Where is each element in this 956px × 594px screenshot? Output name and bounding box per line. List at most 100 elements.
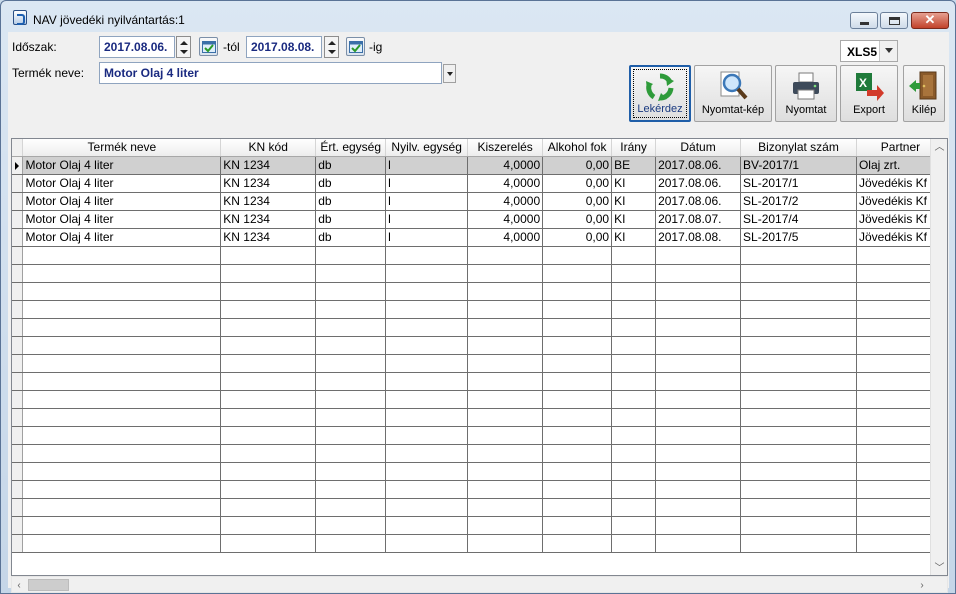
table-cell[interactable]: 4,0000	[467, 174, 544, 193]
empty-row[interactable]	[12, 300, 947, 319]
empty-row[interactable]	[12, 336, 947, 355]
row-indicator[interactable]	[12, 462, 24, 481]
table-cell[interactable]: l	[385, 174, 469, 193]
table-cell[interactable]	[542, 246, 613, 265]
table-cell[interactable]	[22, 264, 222, 283]
table-cell[interactable]: 4,0000	[467, 192, 544, 211]
table-cell[interactable]	[740, 534, 857, 553]
empty-row[interactable]	[12, 390, 947, 409]
chevron-down-icon[interactable]	[879, 41, 897, 61]
table-cell[interactable]: Motor Olaj 4 liter	[22, 192, 222, 211]
table-cell[interactable]	[611, 264, 657, 283]
maximize-button[interactable]	[880, 12, 908, 29]
date-to-calendar-button[interactable]	[346, 37, 365, 56]
table-cell[interactable]: KI	[611, 228, 657, 247]
table-cell[interactable]	[655, 480, 742, 499]
table-cell[interactable]	[740, 282, 857, 301]
table-cell[interactable]	[385, 480, 469, 499]
table-cell[interactable]	[220, 498, 317, 517]
table-cell[interactable]	[385, 354, 469, 373]
table-cell[interactable]: BE	[611, 156, 657, 175]
table-cell[interactable]	[385, 462, 469, 481]
row-indicator[interactable]	[12, 354, 24, 373]
empty-row[interactable]	[12, 480, 947, 499]
table-cell[interactable]	[740, 264, 857, 283]
table-cell[interactable]	[655, 318, 742, 337]
row-indicator[interactable]	[12, 498, 24, 517]
table-cell[interactable]: KN 1234	[220, 228, 317, 247]
table-cell[interactable]	[467, 408, 544, 427]
table-cell[interactable]	[740, 390, 857, 409]
table-cell[interactable]	[467, 246, 544, 265]
table-cell[interactable]	[740, 408, 857, 427]
table-cell[interactable]: l	[385, 228, 469, 247]
table-cell[interactable]	[220, 480, 317, 499]
table-cell[interactable]	[542, 354, 613, 373]
table-cell[interactable]: KI	[611, 174, 657, 193]
table-cell[interactable]	[315, 426, 387, 445]
table-cell[interactable]	[315, 390, 387, 409]
row-indicator[interactable]	[12, 426, 24, 445]
table-cell[interactable]: 4,0000	[467, 210, 544, 229]
table-cell[interactable]	[315, 444, 387, 463]
table-cell[interactable]	[22, 354, 222, 373]
table-cell[interactable]	[655, 300, 742, 319]
table-cell[interactable]	[220, 534, 317, 553]
empty-row[interactable]	[12, 462, 947, 481]
table-cell[interactable]	[22, 390, 222, 409]
table-cell[interactable]	[611, 408, 657, 427]
table-cell[interactable]	[542, 426, 613, 445]
table-cell[interactable]	[467, 336, 544, 355]
table-cell[interactable]	[315, 246, 387, 265]
horizontal-scrollbar[interactable]: ‹ ›	[11, 576, 948, 593]
table-cell[interactable]	[542, 282, 613, 301]
row-indicator[interactable]	[12, 336, 24, 355]
table-cell[interactable]	[467, 498, 544, 517]
table-cell[interactable]: Motor Olaj 4 liter	[22, 156, 222, 175]
table-cell[interactable]: l	[385, 156, 469, 175]
table-row[interactable]: Motor Olaj 4 liter KN 1234 db l 4,0000 0,00 KI…	[12, 174, 947, 193]
table-cell[interactable]	[22, 516, 222, 535]
close-button[interactable]: ✕	[911, 12, 949, 29]
table-cell[interactable]: 0,00	[542, 228, 613, 247]
print-preview-button[interactable]: Nyomtat-kép	[694, 65, 772, 122]
table-cell[interactable]	[740, 516, 857, 535]
table-cell[interactable]	[315, 480, 387, 499]
table-cell[interactable]	[220, 372, 317, 391]
table-cell[interactable]	[542, 516, 613, 535]
table-cell[interactable]: 4,0000	[467, 228, 544, 247]
date-from-spinner[interactable]	[176, 36, 191, 58]
table-row[interactable]: Motor Olaj 4 liter KN 1234 db l 4,0000 0,00 BE…	[12, 156, 947, 175]
row-indicator[interactable]	[12, 534, 24, 553]
title-bar[interactable]: NAV jövedéki nyilvántartás:1 ✕	[1, 1, 955, 31]
table-cell[interactable]: SL-2017/1	[740, 174, 857, 193]
table-cell[interactable]	[542, 372, 613, 391]
column-header[interactable]: Bizonylat szám	[740, 139, 857, 157]
table-cell[interactable]	[467, 282, 544, 301]
table-cell[interactable]	[611, 336, 657, 355]
row-indicator[interactable]	[12, 516, 24, 535]
table-cell[interactable]: db	[315, 228, 387, 247]
table-cell[interactable]: db	[315, 174, 387, 193]
table-cell[interactable]	[542, 318, 613, 337]
table-cell[interactable]: db	[315, 210, 387, 229]
table-cell[interactable]: 2017.08.08.	[655, 228, 742, 247]
column-header[interactable]: Irány	[611, 139, 657, 157]
row-indicator[interactable]	[12, 300, 24, 319]
table-cell[interactable]	[740, 462, 857, 481]
table-cell[interactable]	[220, 264, 317, 283]
table-cell[interactable]	[22, 336, 222, 355]
table-cell[interactable]: l	[385, 210, 469, 229]
table-cell[interactable]	[220, 282, 317, 301]
table-cell[interactable]	[22, 534, 222, 553]
table-cell[interactable]: SL-2017/5	[740, 228, 857, 247]
exit-button[interactable]: Kilép	[903, 65, 945, 122]
table-cell[interactable]	[385, 264, 469, 283]
table-cell[interactable]	[655, 462, 742, 481]
table-cell[interactable]	[22, 282, 222, 301]
table-cell[interactable]	[467, 300, 544, 319]
table-cell[interactable]: 2017.08.07.	[655, 210, 742, 229]
table-cell[interactable]: KN 1234	[220, 210, 317, 229]
date-from-calendar-button[interactable]	[199, 37, 218, 56]
minimize-button[interactable]	[850, 12, 878, 29]
